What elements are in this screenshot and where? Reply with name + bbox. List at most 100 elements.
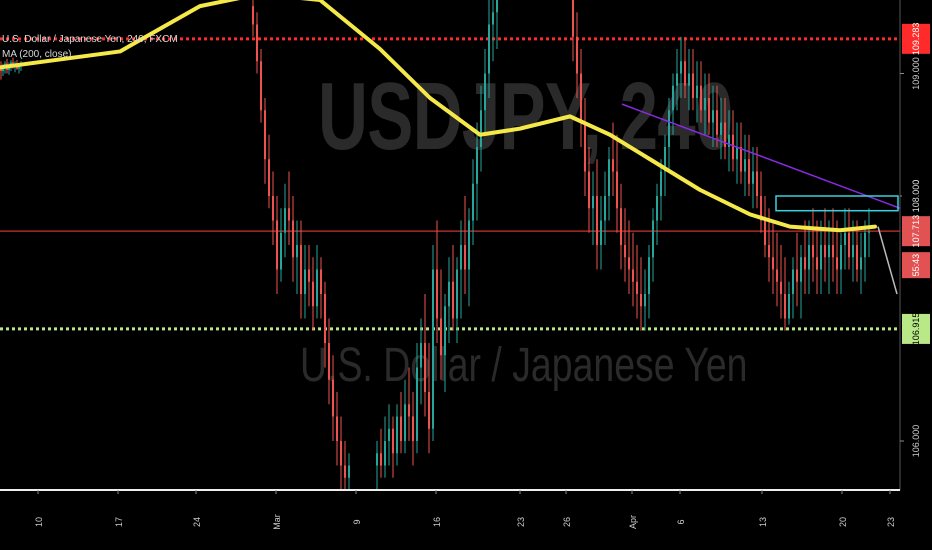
candle[interactable] — [440, 318, 442, 356]
candle[interactable] — [716, 110, 718, 135]
candle[interactable] — [388, 428, 390, 441]
candle[interactable] — [256, 24, 258, 62]
candle[interactable] — [772, 257, 774, 270]
candle[interactable] — [628, 257, 630, 270]
candle[interactable] — [252, 6, 254, 25]
candle[interactable] — [744, 159, 746, 172]
candle[interactable] — [612, 159, 614, 172]
candle[interactable] — [756, 171, 758, 197]
candle[interactable] — [260, 61, 262, 111]
candle[interactable] — [700, 85, 702, 111]
candle[interactable] — [768, 245, 770, 258]
candle[interactable] — [616, 171, 618, 209]
candle[interactable] — [624, 245, 626, 258]
candle[interactable] — [592, 196, 594, 209]
candle[interactable] — [792, 269, 794, 295]
candle[interactable] — [644, 294, 646, 307]
candle[interactable] — [452, 281, 454, 319]
candle[interactable] — [280, 232, 282, 270]
candle[interactable] — [824, 245, 826, 258]
candle[interactable] — [856, 245, 858, 270]
candle[interactable] — [868, 231, 870, 233]
symbol-title[interactable]: U.S. Dollar / Japanese Yen, 240, FXCM — [2, 32, 178, 47]
candle[interactable] — [832, 245, 834, 258]
candle[interactable] — [324, 294, 326, 343]
candle[interactable] — [396, 416, 398, 454]
candle[interactable] — [460, 245, 462, 270]
candle[interactable] — [652, 220, 654, 258]
candle[interactable] — [276, 220, 278, 270]
candle[interactable] — [492, 12, 494, 25]
candle[interactable] — [580, 73, 582, 123]
candle[interactable] — [668, 110, 670, 147]
candle[interactable] — [820, 245, 822, 270]
candle[interactable] — [784, 294, 786, 319]
candle[interactable] — [412, 416, 414, 442]
candle[interactable] — [456, 269, 458, 319]
candle[interactable] — [488, 24, 490, 74]
candle[interactable] — [332, 379, 334, 417]
candle[interactable] — [264, 110, 266, 160]
candle[interactable] — [292, 220, 294, 258]
candle[interactable] — [392, 428, 394, 454]
candle[interactable] — [840, 245, 842, 270]
candle[interactable] — [720, 122, 722, 135]
candle[interactable] — [788, 294, 790, 319]
candle[interactable] — [272, 196, 274, 221]
candle[interactable] — [676, 73, 678, 86]
candle[interactable] — [852, 245, 854, 258]
candle[interactable] — [632, 269, 634, 282]
candle[interactable] — [860, 257, 862, 270]
candle[interactable] — [732, 134, 734, 160]
candle[interactable] — [660, 171, 662, 197]
candle[interactable] — [320, 269, 322, 295]
candle[interactable] — [752, 171, 754, 184]
candle[interactable] — [376, 453, 378, 466]
candle[interactable] — [416, 367, 418, 442]
candle[interactable] — [288, 208, 290, 221]
candle[interactable] — [816, 257, 818, 270]
candle[interactable] — [696, 85, 698, 98]
candle[interactable] — [420, 343, 422, 368]
candle[interactable] — [604, 196, 606, 221]
candle[interactable] — [464, 245, 466, 270]
candle[interactable] — [764, 220, 766, 246]
candle[interactable] — [284, 208, 286, 233]
candle[interactable] — [680, 61, 682, 74]
candle[interactable] — [428, 392, 430, 429]
candle[interactable] — [296, 245, 298, 258]
candle[interactable] — [712, 110, 714, 123]
candle[interactable] — [312, 281, 314, 307]
candle[interactable] — [468, 220, 470, 270]
candle[interactable] — [496, 0, 498, 13]
chart-canvas[interactable]: 109.000 108.000 106.000 109.283 107.713 55:43… — [0, 0, 932, 550]
candle[interactable] — [300, 245, 302, 294]
candle[interactable] — [336, 416, 338, 442]
candle[interactable] — [648, 257, 650, 294]
candle[interactable] — [304, 269, 306, 295]
candle[interactable] — [640, 294, 642, 307]
candle[interactable] — [340, 441, 342, 466]
candle[interactable] — [436, 269, 438, 319]
candle[interactable] — [476, 147, 478, 184]
candle[interactable] — [444, 306, 446, 356]
candle[interactable] — [380, 453, 382, 466]
chart[interactable]: USDJPY, 240 U.S. Dollar / Japanese Yen 1… — [0, 0, 932, 550]
candle[interactable] — [808, 245, 810, 270]
candle[interactable] — [684, 61, 686, 86]
candle[interactable] — [636, 281, 638, 294]
candle[interactable] — [480, 110, 482, 147]
candle[interactable] — [596, 196, 598, 245]
candle[interactable] — [308, 269, 310, 282]
candle[interactable] — [424, 343, 426, 392]
candle[interactable] — [828, 245, 830, 258]
candle[interactable] — [692, 73, 694, 99]
candle[interactable] — [448, 281, 450, 307]
candle[interactable] — [408, 404, 410, 417]
candle[interactable] — [864, 232, 866, 258]
candle[interactable] — [776, 269, 778, 282]
candle[interactable] — [740, 147, 742, 172]
candle[interactable] — [572, 0, 574, 37]
candle[interactable] — [608, 159, 610, 196]
candle[interactable] — [848, 232, 850, 258]
